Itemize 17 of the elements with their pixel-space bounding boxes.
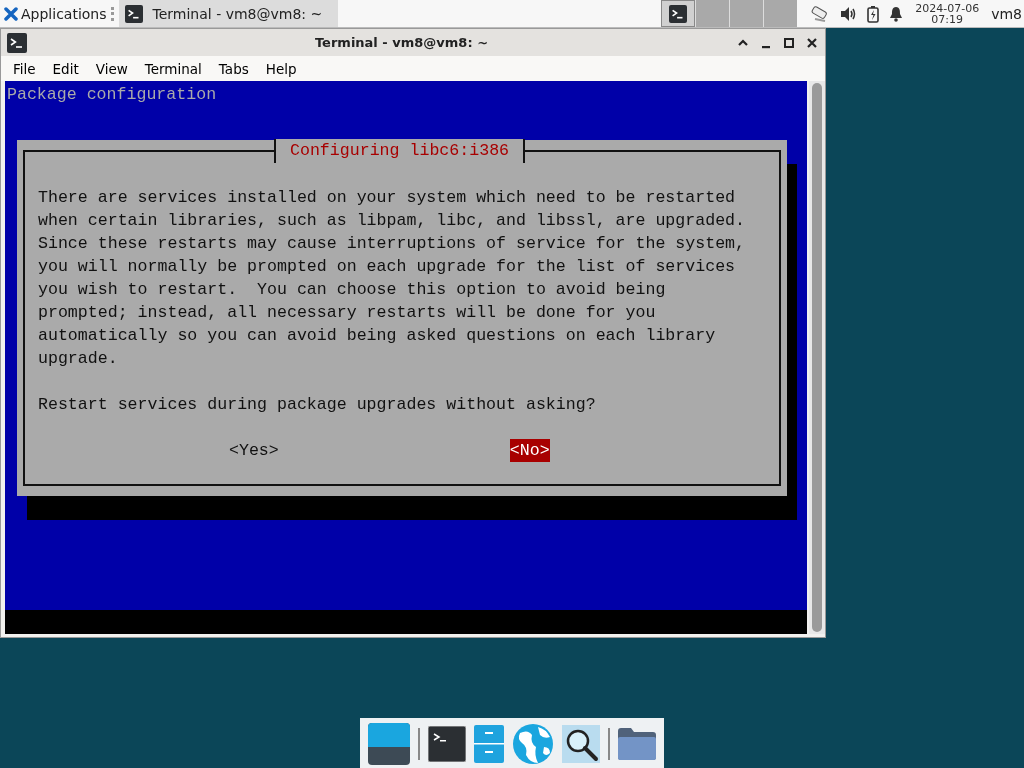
menu-item[interactable]: Tabs (218, 60, 249, 77)
menu-item[interactable]: File (13, 60, 36, 77)
window-title: Terminal - vm8@vm8: ~ (313, 35, 490, 50)
clock[interactable]: 2024-07-06 07:19 (915, 2, 980, 25)
user-name[interactable]: vm8 (991, 5, 1022, 22)
menu-item[interactable]: Help (265, 60, 297, 77)
menu-item[interactable]: Terminal (144, 60, 202, 77)
dialog-question: Restart services during package upgrades without asking? (38, 394, 597, 416)
backtitle: Package configuration (7, 84, 218, 106)
applications-menu[interactable]: Applications (0, 5, 109, 22)
menu-item[interactable]: Edit (52, 60, 79, 77)
dialog-message: There are services installed on your system which need to be restarted when certain libraries, such as libpam, libc, and libssl, are upgraded. Since these restarts may cause interruptions of service for the system, you will normally be prompted on each upgrade for the list of services you wish to restart. You can choose this option to avoid being prompted; instead, all necessary restarts will be done for you automatically so you can avoid being asked questions on each library upgrade. (38, 187, 746, 370)
dialog-button[interactable]: <No> (509, 439, 550, 462)
dialog-button[interactable]: <Yes> (229, 439, 279, 462)
dialog-title: Configuring libc6:i386 (274, 139, 526, 163)
taskbar-button[interactable]: Terminal - vm8@vm8: ~ (118, 0, 339, 27)
menu-item[interactable]: View (95, 60, 128, 77)
